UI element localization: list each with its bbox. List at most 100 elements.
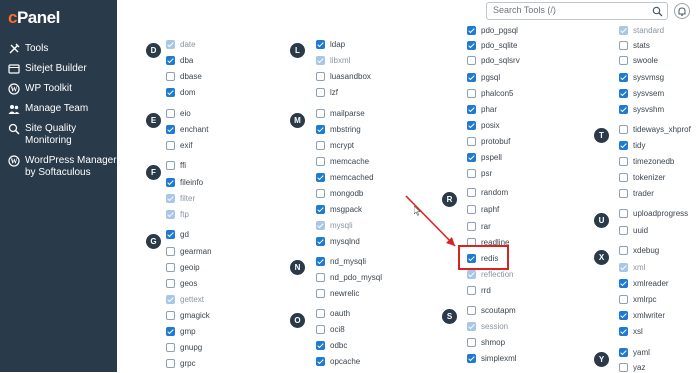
checkbox[interactable]	[166, 87, 175, 97]
checkbox[interactable]	[619, 124, 628, 134]
extension-row-newrelic[interactable]: newrelic	[316, 287, 359, 299]
extension-row-sysvsem[interactable]: sysvsem	[619, 87, 664, 99]
extension-row-fileinfo[interactable]: fileinfo	[166, 176, 203, 188]
checkbox[interactable]	[467, 72, 476, 82]
extension-row-geos[interactable]: geos	[166, 277, 197, 289]
checkbox[interactable]	[316, 172, 325, 182]
checkbox[interactable]	[619, 188, 628, 198]
checkbox[interactable]	[619, 347, 628, 357]
extension-row-simplexml[interactable]: simplexml	[467, 352, 517, 364]
extension-row-dom[interactable]: dom	[166, 86, 196, 98]
extension-row-oci8[interactable]: oci8	[316, 323, 345, 335]
extension-row-trader[interactable]: trader	[619, 187, 654, 199]
extension-row-pspell[interactable]: pspell	[467, 151, 502, 163]
checkbox[interactable]	[316, 140, 325, 150]
checkbox[interactable]	[166, 108, 175, 118]
checkbox[interactable]	[316, 308, 325, 318]
extension-row-swoole[interactable]: swoole	[619, 54, 658, 66]
checkbox[interactable]	[619, 172, 628, 182]
extension-row-rrd[interactable]: rrd	[467, 284, 491, 296]
extension-row-posix[interactable]: posix	[467, 119, 500, 131]
extension-row-timezonedb[interactable]: timezonedb	[619, 155, 674, 167]
checkbox[interactable]	[467, 120, 476, 130]
checkbox[interactable]	[467, 168, 476, 178]
extension-row-mongodb[interactable]: mongodb	[316, 187, 363, 199]
checkbox[interactable]	[467, 221, 476, 231]
checkbox[interactable]	[619, 362, 628, 372]
checkbox[interactable]	[467, 55, 476, 65]
checkbox[interactable]	[619, 104, 628, 114]
checkbox[interactable]	[467, 187, 476, 197]
sidebar-item-wp-toolkit[interactable]: W WP Toolkit	[8, 83, 117, 95]
checkbox[interactable]	[166, 140, 175, 150]
checkbox[interactable]	[467, 305, 476, 315]
checkbox[interactable]	[619, 208, 628, 218]
checkbox[interactable]	[467, 25, 476, 35]
checkbox[interactable]	[619, 245, 628, 255]
extension-row-pdo_sqlsrv[interactable]: pdo_sqlsrv	[467, 54, 520, 66]
checkbox[interactable]	[467, 136, 476, 146]
notifications-button[interactable]	[674, 3, 690, 19]
checkbox[interactable]	[619, 294, 628, 304]
checkbox[interactable]	[166, 310, 175, 320]
checkbox[interactable]	[316, 71, 325, 81]
checkbox[interactable]	[316, 87, 325, 97]
checkbox[interactable]	[316, 39, 325, 49]
extension-row-exif[interactable]: exif	[166, 139, 192, 151]
extension-row-dba[interactable]: dba	[166, 54, 193, 66]
extension-row-gd[interactable]: gd	[166, 228, 189, 240]
extension-row-uploadprogress[interactable]: uploadprogress	[619, 207, 688, 219]
extension-row-shmop[interactable]: shmop	[467, 336, 505, 348]
extension-row-protobuf[interactable]: protobuf	[467, 135, 510, 147]
sidebar-item-manage-team[interactable]: Manage Team	[8, 103, 117, 115]
sidebar-item-sitejet-builder[interactable]: Sitejet Builder	[8, 63, 117, 75]
extension-row-tideways_xhprof[interactable]: tideways_xhprof	[619, 123, 691, 135]
checkbox[interactable]	[467, 285, 476, 295]
checkbox[interactable]	[467, 88, 476, 98]
extension-row-rar[interactable]: rar	[467, 220, 491, 232]
checkbox[interactable]	[316, 272, 325, 282]
checkbox[interactable]	[619, 310, 628, 320]
extension-row-memcache[interactable]: memcache	[316, 155, 369, 167]
extension-row-luasandbox[interactable]: luasandbox	[316, 70, 371, 82]
extension-row-uuid[interactable]: uuid	[619, 224, 648, 236]
extension-row-odbc[interactable]: odbc	[316, 339, 347, 351]
extension-row-lzf[interactable]: lzf	[316, 86, 338, 98]
checkbox[interactable]	[316, 288, 325, 298]
extension-row-opcache[interactable]: opcache	[316, 355, 360, 367]
extension-row-xmlreader[interactable]: xmlreader	[619, 277, 669, 289]
checkbox[interactable]	[316, 204, 325, 214]
search-input[interactable]: Search Tools (/)	[486, 2, 668, 20]
checkbox[interactable]	[467, 353, 476, 363]
checkbox[interactable]	[316, 108, 325, 118]
checkbox[interactable]	[619, 72, 628, 82]
checkbox[interactable]	[467, 337, 476, 347]
extension-row-scoutapm[interactable]: scoutapm	[467, 304, 516, 316]
extension-row-phar[interactable]: phar	[467, 103, 497, 115]
extension-row-pgsql[interactable]: pgsql	[467, 71, 500, 83]
extension-row-tidy[interactable]: tidy	[619, 139, 645, 151]
search-icon[interactable]	[652, 6, 663, 17]
checkbox[interactable]	[166, 326, 175, 336]
checkbox[interactable]	[619, 326, 628, 336]
extension-row-nd_mysqli[interactable]: nd_mysqli	[316, 255, 366, 267]
extension-row-ffi[interactable]: ffi	[166, 159, 186, 171]
extension-row-ldap[interactable]: ldap	[316, 38, 345, 50]
cpanel-logo[interactable]: cPanel	[8, 8, 60, 28]
checkbox[interactable]	[316, 340, 325, 350]
extension-row-sysvshm[interactable]: sysvshm	[619, 103, 664, 115]
extension-row-xmlwriter[interactable]: xmlwriter	[619, 309, 665, 321]
extension-row-yaz[interactable]: yaz	[619, 361, 645, 373]
checkbox[interactable]	[316, 324, 325, 334]
checkbox[interactable]	[166, 124, 175, 134]
checkbox[interactable]	[467, 152, 476, 162]
checkbox[interactable]	[316, 236, 325, 246]
checkbox[interactable]	[619, 278, 628, 288]
extension-row-msgpack[interactable]: msgpack	[316, 203, 362, 215]
extension-row-raphf[interactable]: raphf	[467, 203, 499, 215]
checkbox[interactable]	[619, 225, 628, 235]
extension-row-xsl[interactable]: xsl	[619, 325, 643, 337]
extension-row-phalcon5[interactable]: phalcon5	[467, 87, 513, 99]
extension-row-pdo_pgsql[interactable]: pdo_pgsql	[467, 24, 518, 36]
sidebar-item-wordpress-manager[interactable]: W WordPress Manager by Softaculous	[8, 155, 117, 179]
